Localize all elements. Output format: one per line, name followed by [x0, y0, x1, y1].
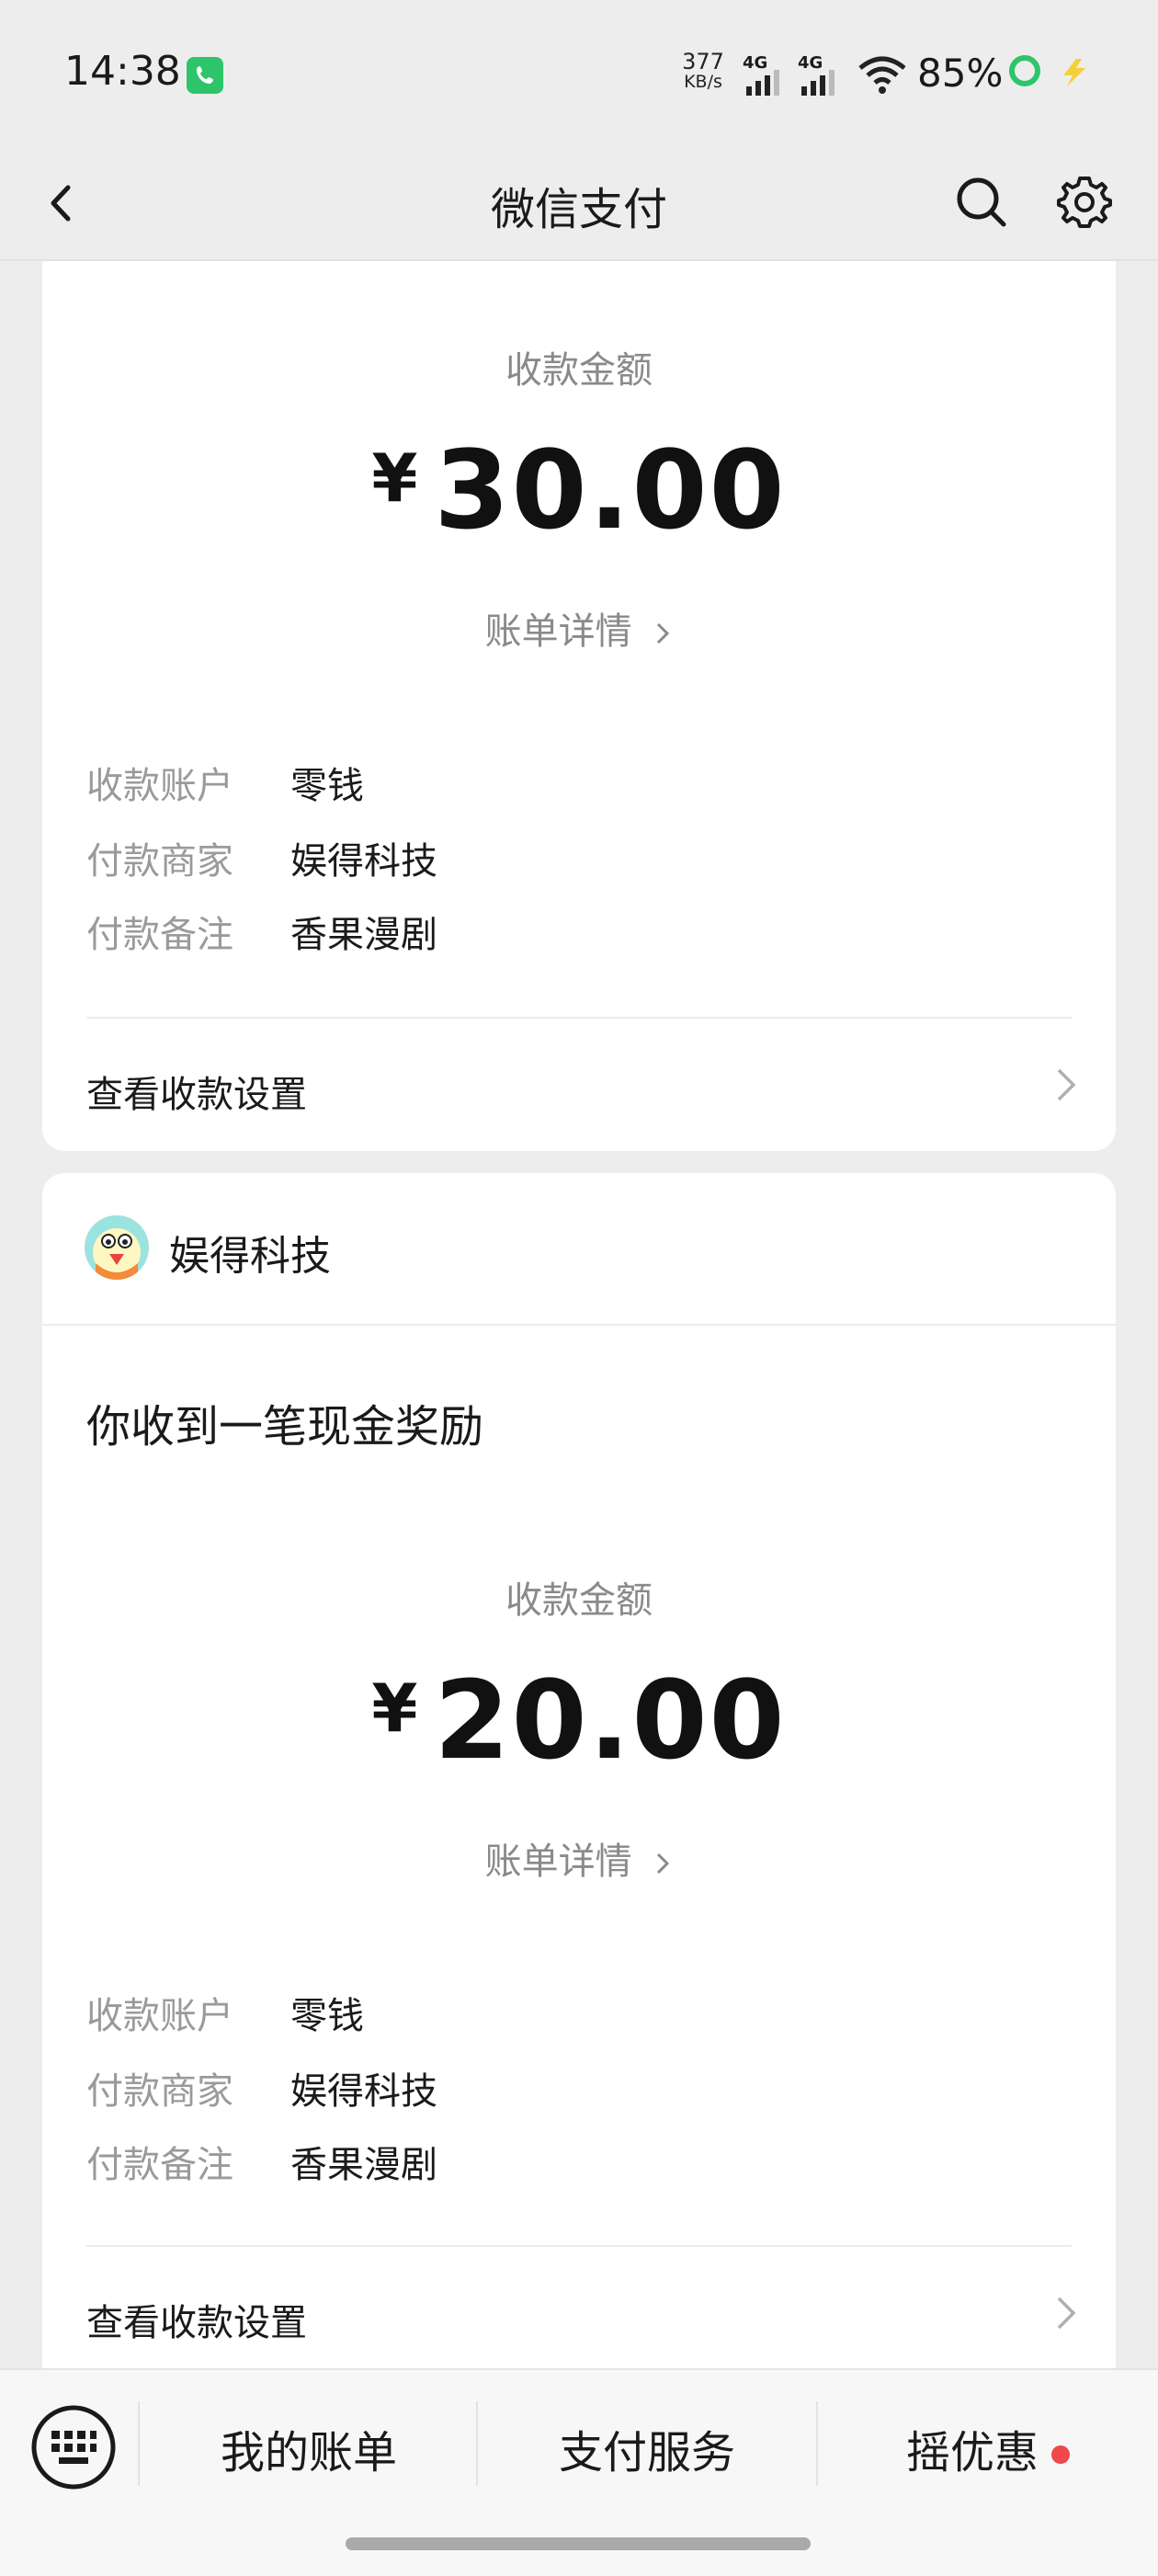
- status-time: 14:38: [64, 48, 181, 95]
- notification-badge: [1051, 2445, 1070, 2464]
- view-payment-settings-link[interactable]: 查看收款设置: [86, 1057, 1079, 1122]
- bill-detail-link[interactable]: 账单详情: [42, 1831, 1116, 1885]
- info-value: 香果漫剧: [290, 2144, 437, 2186]
- battery-ring-icon: [1009, 55, 1040, 86]
- info-key: 付款商家: [86, 840, 233, 883]
- status-bar: 14:38 377 KB/s 4G 4G 85%: [0, 0, 1158, 147]
- amount-number: 20.00: [434, 1657, 787, 1784]
- settings-link-label: 查看收款设置: [86, 2302, 307, 2344]
- info-value: 零钱: [290, 765, 364, 807]
- battery-percent: 85%: [917, 51, 1004, 96]
- wifi-icon: [858, 56, 906, 94]
- tab-divider: [816, 2401, 818, 2486]
- nav-bar: 微信支付: [0, 147, 1158, 261]
- merchant-header[interactable]: 娱得科技: [42, 1173, 1116, 1326]
- amount-number: 30.00: [434, 427, 787, 553]
- tab-payment-services[interactable]: 支付服务: [478, 2416, 816, 2480]
- settings-link-label: 查看收款设置: [86, 1074, 307, 1116]
- charging-icon: [1063, 59, 1085, 86]
- info-key: 收款账户: [86, 1995, 233, 2037]
- info-key: 付款备注: [86, 2144, 233, 2186]
- divider: [86, 1017, 1072, 1019]
- search-icon[interactable]: [952, 173, 1011, 232]
- gear-icon[interactable]: [1055, 173, 1114, 232]
- reward-message: 你收到一笔现金奖励: [86, 1401, 484, 1453]
- currency-symbol: ¥: [371, 1670, 418, 1747]
- bill-detail-label: 账单详情: [484, 1841, 632, 1883]
- phone-call-icon: [187, 57, 223, 94]
- view-payment-settings-link[interactable]: 查看收款设置: [86, 2285, 1079, 2350]
- chevron-right-icon: [1057, 1068, 1076, 1101]
- chevron-right-icon: [657, 622, 670, 644]
- amount-label: 收款金额: [505, 349, 653, 392]
- info-value: 娱得科技: [290, 2070, 437, 2113]
- network-speed-unit: KB/s: [684, 72, 722, 92]
- currency-symbol: ¥: [371, 439, 418, 517]
- amount-value: ¥20.00: [42, 1657, 1116, 1784]
- info-key: 付款备注: [86, 914, 233, 956]
- info-key: 付款商家: [86, 2070, 233, 2113]
- home-indicator[interactable]: [346, 2537, 811, 2550]
- bill-detail-link[interactable]: 账单详情: [42, 601, 1116, 655]
- merchant-name: 娱得科技: [169, 1233, 331, 1280]
- info-key: 收款账户: [86, 765, 233, 807]
- chevron-right-icon: [657, 1852, 670, 1875]
- tab-my-bills[interactable]: 我的账单: [140, 2416, 478, 2480]
- network-speed: 377 KB/s: [676, 51, 731, 92]
- info-value: 香果漫剧: [290, 914, 437, 956]
- network-speed-value: 377: [682, 49, 724, 74]
- info-value: 娱得科技: [290, 840, 437, 883]
- payment-card-2: 娱得科技 你收到一笔现金奖励 收款金额 ¥20.00 账单详情 收款账户 零钱 …: [42, 1173, 1116, 2368]
- payment-card-1: 收款金额 ¥30.00 账单详情 收款账户 零钱 付款商家 娱得科技 付款备注 …: [42, 261, 1116, 1151]
- amount-label: 收款金额: [505, 1579, 653, 1622]
- chevron-right-icon: [1057, 2297, 1076, 2330]
- keyboard-icon[interactable]: [28, 2401, 119, 2493]
- info-value: 零钱: [290, 1995, 364, 2037]
- tab-shake-deals[interactable]: 摇优惠: [906, 2416, 1039, 2480]
- divider: [86, 2245, 1072, 2247]
- bill-detail-label: 账单详情: [484, 610, 632, 653]
- merchant-avatar: [85, 1215, 149, 1280]
- amount-value: ¥30.00: [42, 427, 1116, 553]
